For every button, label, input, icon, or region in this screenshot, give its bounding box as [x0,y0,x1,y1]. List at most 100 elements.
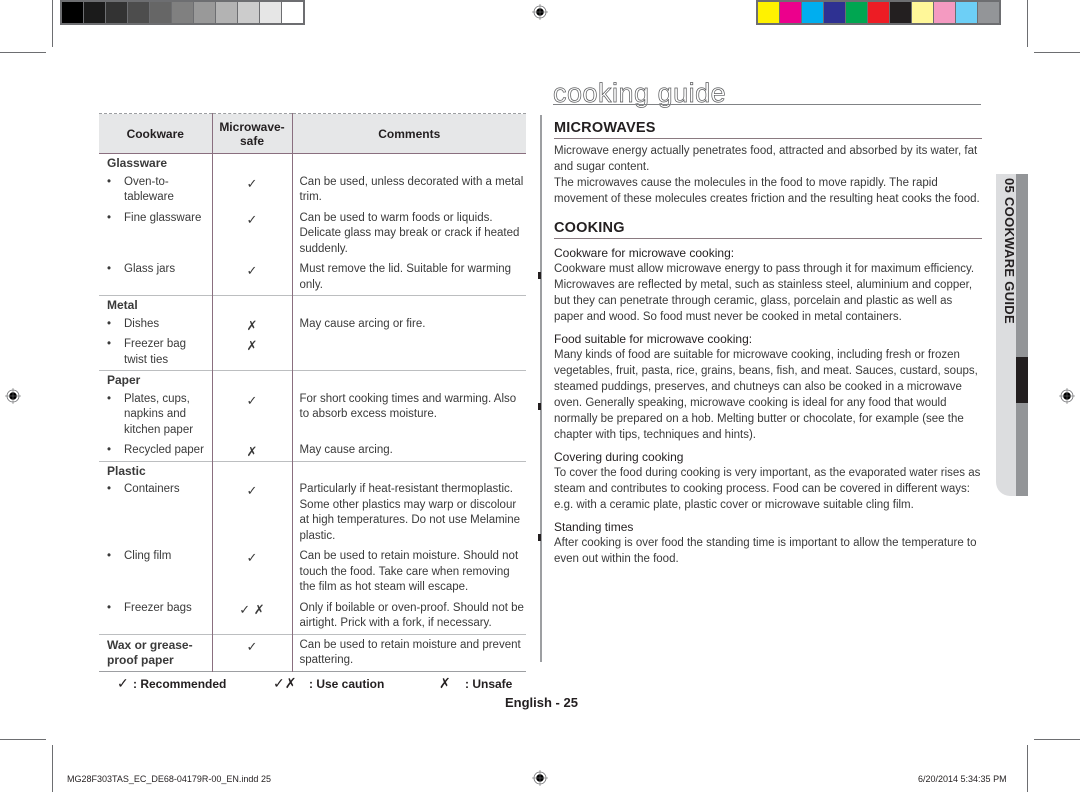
table-row: • Freezer bag twist ties ✗ [99,334,526,371]
cookware-name: Glass jars [124,263,176,275]
section-title: Standing times [554,520,634,534]
cookware-cell: • Cling film [99,546,212,598]
empty-cell [291,370,526,389]
unsafe-symbol-icon: ✗ [439,675,451,691]
process-color-swatch [934,2,955,23]
process-color-swatch [846,2,867,23]
bullet-icon: • [107,483,112,495]
comment-cell [291,334,526,371]
cookware-item: • Cling film [99,546,212,567]
legend-use-caution-label: : Use caution [309,676,385,691]
page-number: English - 25 [505,695,578,710]
table-group-wax-paper: Wax or grease-proof paper ✓ Can be used to… [99,634,526,671]
process-color-bar [756,0,1001,25]
comment-cell: May cause arcing. [291,440,526,461]
cookware-name: Fine glassware [124,211,202,224]
cookware-cell: • Containers [99,479,212,546]
table-row: • Cling film ✓ Can be used to retain moistu… [99,546,526,598]
safety-mark: ✓ [211,207,292,259]
recommended-symbol-icon: ✓ [117,675,129,691]
table-row: • Oven-to-tableware ✓ Can be used, unless d… [99,171,526,208]
cooking-section-food: Food suitable for microwave cooking: Man… [554,331,982,443]
table-group-plastic: Plastic • Containers ✓ Particularly if heat-… [99,461,526,634]
process-color-swatch [890,2,911,23]
category-row: Metal [99,295,526,314]
bullet-icon: • [107,550,112,562]
cookware-item: • Plates, cups, napkins and kitchen paper [99,389,212,441]
cooking-section-standing: Standing times After cooking is over foo… [554,519,982,567]
crop-mark [0,52,46,53]
legend: ✓ : Recommended ✓✗ : Use caution ✗ : Uns… [117,675,512,692]
safety-mark: ✓ [211,259,292,296]
category-label: Metal [107,298,138,312]
table-row: • Glass jars ✓ Must remove the lid. Suitabl… [99,259,526,296]
cookware-name: Containers [124,483,180,495]
safety-mark: ✓ [211,634,292,671]
header-comments: Comments [291,113,526,154]
table-group-paper: Paper • Plates, cups, napkins and kitchen … [99,370,526,461]
table-header-row: Cookware Microwave-safe Comments [99,113,526,154]
grayscale-swatch [216,2,237,23]
process-color-swatch [824,2,845,23]
crop-mark [52,0,53,47]
cookware-item: • Dishes [99,314,212,335]
legend-unsafe-label: : Unsafe [465,676,513,691]
cookware-item: • Fine glassware [99,208,212,229]
cookware-item: • Glass jars [99,259,212,280]
grayscale-swatch [238,2,259,23]
cookware-item: • Oven-to-tableware [99,172,212,208]
chapter-tab-label: 05 COOKWARE GUIDE [1002,178,1017,324]
cookware-table: Cookware Microwave-safe Comments Glasswa… [99,113,526,672]
category-row: Plastic [99,461,526,479]
cookware-name: Plates, cups, napkins and kitchen paper [124,392,194,436]
chapter-tab-strip [1016,174,1028,496]
crop-mark [1034,739,1080,740]
cooking-heading: COOKING [554,220,982,239]
safety-mark: ✗ [211,313,292,334]
cookware-name: Recycled paper [124,444,204,456]
cookware-item: • Freezer bags [99,598,212,619]
cooking-section-covering: Covering during cooking To cover the foo… [554,449,982,513]
section-body: Many kinds of food are suitable for micr… [554,349,978,441]
process-color-swatch [780,2,801,23]
divider-tick [538,534,541,541]
section-body: To cover the food during cooking is very… [554,467,981,511]
grayscale-swatch [194,2,215,23]
header-cookware: Cookware [99,113,213,154]
comment-cell: Only if boilable or oven-proof. Should n… [291,597,526,634]
safety-mark: ✗ [211,334,292,371]
empty-cell [291,461,526,479]
microwaves-paragraph-2: The microwaves cause the molecules in th… [554,177,980,205]
grayscale-swatch [172,2,193,23]
comment-cell: Can be used, unless decorated with a met… [291,171,526,208]
comment-cell: Can be used to warm foods or liquids. De… [291,207,526,259]
cookware-item: • Recycled paper [99,440,212,461]
table-row: • Plates, cups, napkins and kitchen paper… [99,388,526,441]
grayscale-swatch [150,2,171,23]
microwaves-heading: MICROWAVES [554,120,982,139]
grayscale-swatch [260,2,281,23]
bullet-icon: • [107,338,112,350]
cookware-name: Oven-to-tableware [124,175,174,204]
process-color-swatch [978,2,999,23]
section-title: Cookware for microwave cooking: [554,246,735,260]
safety-mark: ✓ ✗ [211,597,292,634]
table-row: • Dishes ✗ May cause arcing or fire. [99,313,526,335]
grayscale-swatch [106,2,127,23]
bullet-icon: • [107,175,112,188]
process-color-swatch [868,2,889,23]
process-color-swatch [956,2,977,23]
bullet-icon: • [107,211,112,224]
bullet-icon: • [107,392,112,405]
bullet-icon: • [107,317,112,330]
crop-mark [1034,52,1080,53]
section-title: Food suitable for microwave cooking: [554,332,753,346]
cookware-name: Dishes [124,317,160,330]
legend-recommended-label: : Recommended [133,676,227,691]
comment-cell: For short cooking times and warming. Als… [291,388,526,440]
table-row: • Fine glassware ✓ Can be used to warm food… [99,207,526,259]
comment-cell: Must remove the lid. Suitable for warmin… [291,259,526,296]
section-body: Cookware must allow microwave energy to … [554,263,975,323]
comment-cell: May cause arcing or fire. [291,313,526,334]
cookware-cell: • Oven-to-tableware [99,172,212,208]
